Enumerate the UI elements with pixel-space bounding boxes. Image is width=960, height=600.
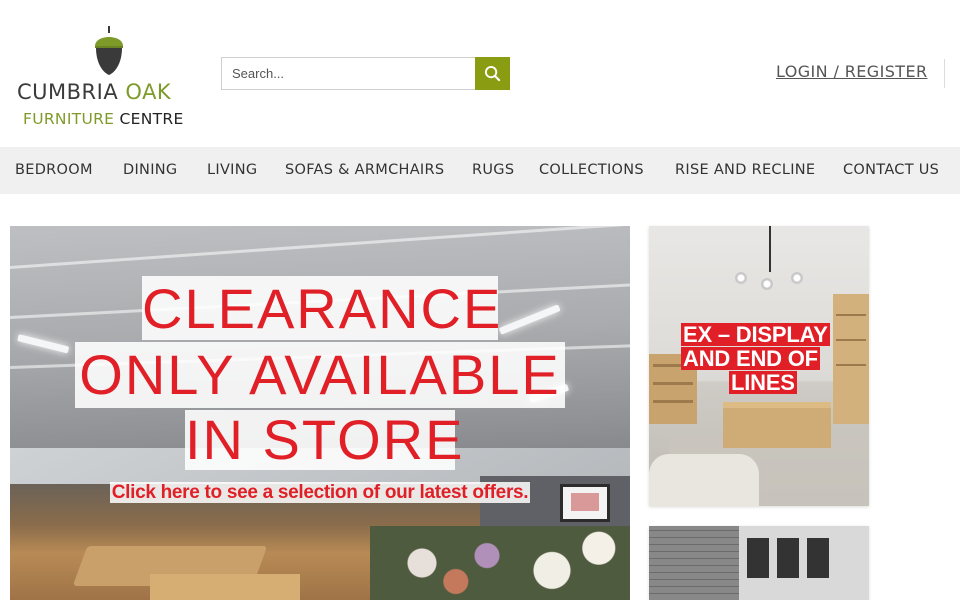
promo-title-line-1: EX – DISPLAY (681, 322, 830, 347)
oak-coffee-table (723, 402, 831, 448)
building-image (739, 526, 869, 600)
nav-item-contact-us[interactable]: CONTACT US (843, 162, 939, 178)
promo-title-line-3: LINES (729, 370, 797, 395)
main-nav: BEDROOM DINING LIVING SOFAS & ARMCHAIRS … (0, 147, 960, 194)
brand-name-top: CUMBRIA OAK (17, 80, 189, 104)
latest-offers-link[interactable]: Click here to see a selection of our lat… (10, 482, 630, 504)
oak-bookcase (833, 294, 869, 424)
brand-word-furniture: FURNITURE (23, 110, 115, 128)
nav-item-sofas-armchairs[interactable]: SOFAS & ARMCHAIRS (285, 162, 444, 178)
promo-title-line-2: AND END OF (681, 346, 820, 371)
nav-item-rise-and-recline[interactable]: RISE AND RECLINE (675, 162, 815, 178)
showroom-table (150, 574, 300, 600)
site-header: CUMBRIA OAK FURNITURE CENTRE LOGIN / REG… (0, 0, 960, 147)
brand-word-oak: OAK (125, 80, 172, 104)
acorn-logo-icon (95, 26, 123, 75)
ex-display-promo-tile[interactable]: EX – DISPLAY AND END OF LINES (649, 226, 869, 506)
nav-item-rugs[interactable]: RUGS (472, 162, 514, 178)
brand-name-bottom: FURNITURE CENTRE (23, 110, 189, 128)
hero-headline-line-1: CLEARANCE (142, 276, 503, 340)
nav-item-bedroom[interactable]: BEDROOM (15, 162, 93, 178)
search-button[interactable] (475, 57, 510, 90)
lamp-bulb (791, 272, 803, 284)
latest-offers-link-text: Click here to see a selection of our lat… (109, 482, 531, 503)
header-divider (944, 59, 945, 88)
login-register-link[interactable]: LOGIN / REGISTER (776, 62, 928, 81)
nav-item-collections[interactable]: COLLECTIONS (539, 162, 644, 178)
site-logo[interactable]: CUMBRIA OAK FURNITURE CENTRE (17, 24, 189, 130)
nav-item-living[interactable]: LIVING (207, 162, 257, 178)
search-input[interactable] (221, 57, 475, 90)
search-icon (484, 65, 501, 82)
hero-headline-line-3: IN STORE (185, 408, 465, 471)
nav-item-dining[interactable]: DINING (123, 162, 177, 178)
search-form (221, 57, 510, 90)
flower-display (370, 526, 630, 600)
sofa (649, 454, 759, 506)
clearance-hero-banner[interactable]: CLEARANCE ONLY AVAILABLE IN STORE Click … (10, 226, 630, 600)
second-promo-tile[interactable] (649, 526, 869, 600)
pendant-lamp (735, 226, 805, 290)
lamp-bulb (761, 278, 773, 290)
lamp-bulb (735, 272, 747, 284)
brand-word-cumbria: CUMBRIA (17, 80, 119, 104)
brand-word-centre: CENTRE (119, 110, 184, 128)
hero-headline-line-2: ONLY AVAILABLE (75, 342, 565, 408)
